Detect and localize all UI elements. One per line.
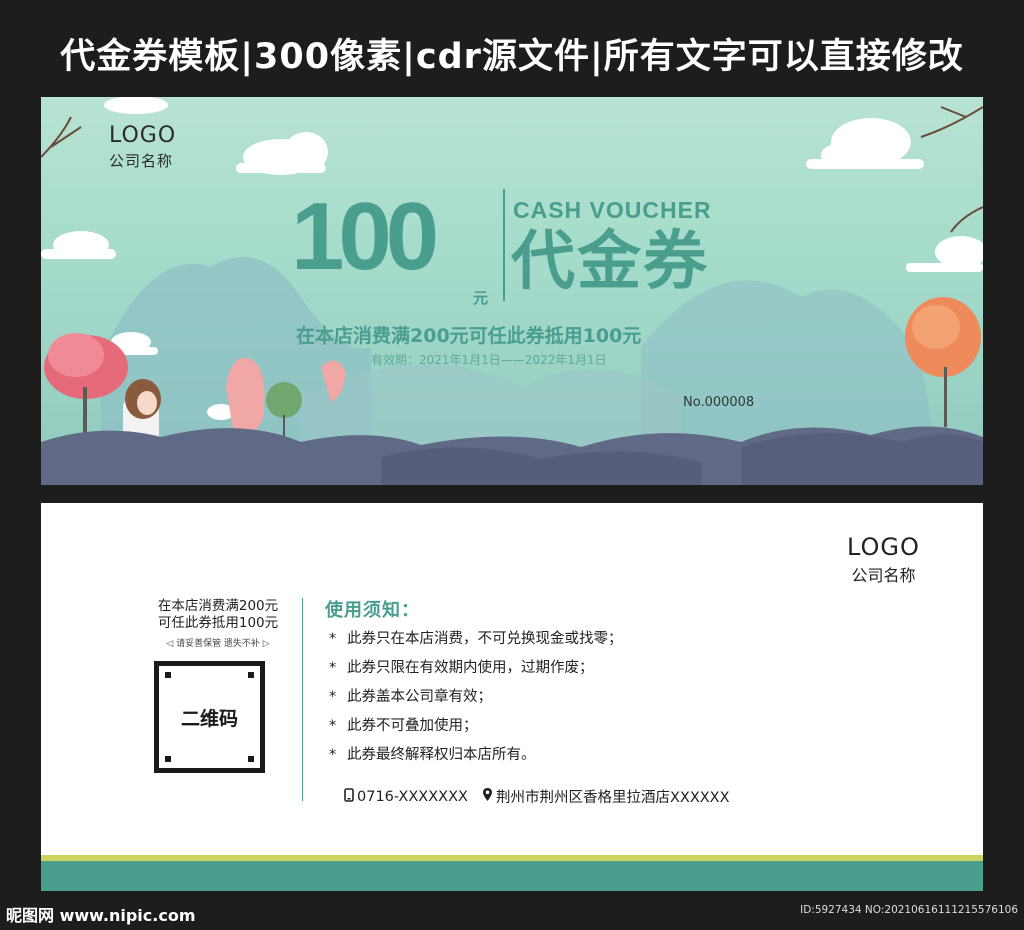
qr-corner-mark [165, 756, 171, 762]
asterisk-icon: * [329, 631, 337, 647]
asterisk-icon: * [329, 747, 337, 763]
list-item: * 此券盖本公司章有效； [329, 687, 623, 716]
notice-list: * 此券只在本店消费，不可兑换现金或找零； * 此券只限在有效期内使用，过期作废； … [329, 629, 623, 774]
contact-info: 0716-XXXXXXX 荆州市荆州区香格里拉酒店XXXXXX [344, 786, 730, 807]
title-divider [503, 189, 505, 301]
notice-text: 此券盖本公司章有效； [347, 689, 492, 705]
notice-title: 使用须知： [325, 600, 420, 621]
qr-corner-mark [248, 756, 254, 762]
voucher-front: LOGO 公司名称 100 元 CASH VOUCHER 代金券 在本店消费满2… [41, 97, 983, 485]
qr-corner-mark [248, 672, 254, 678]
qr-label: 二维码 [180, 707, 238, 730]
logo-text: LOGO [109, 123, 177, 148]
list-item: * 此券不可叠加使用； [329, 716, 623, 745]
page-title: 代金券模板|300像素|cdr源文件|所有文字可以直接修改 [60, 37, 964, 77]
notice-text: 此券最终解释权归本店所有。 [347, 747, 536, 763]
list-item: * 此券只限在有效期内使用，过期作废； [329, 658, 623, 687]
notice-text: 此券只限在有效期内使用，过期作废； [347, 660, 594, 676]
decorative-band-teal [41, 861, 983, 891]
qr-corner-mark [165, 672, 171, 678]
amount-unit: 元 [473, 289, 489, 307]
address: 荆州市荆州区香格里拉酒店XXXXXX [495, 790, 730, 806]
asterisk-icon: * [329, 718, 337, 734]
voucher-title: 代金券 [511, 225, 709, 299]
logo-text: LOGO [847, 533, 920, 561]
voucher-amount: 100 [291, 183, 439, 290]
notice-text: 此券不可叠加使用； [347, 718, 478, 734]
cash-voucher-label: CASH VOUCHER [513, 197, 712, 223]
stub-line: 在本店消费满200元 [157, 598, 279, 614]
company-name: 公司名称 [109, 152, 174, 170]
asterisk-icon: * [329, 660, 337, 676]
company-name: 公司名称 [851, 566, 916, 585]
watermark-id: ID:5927434 NO:20210616111215576106 [800, 904, 1018, 916]
front-logo: LOGO 公司名称 [109, 123, 176, 171]
stub-divider [302, 598, 303, 801]
qr-code-placeholder: 二维码 [154, 661, 265, 773]
back-logo: LOGO 公司名称 [847, 533, 920, 586]
stub-note: ◁ 请妥善保管 遗失不补 ▷ [166, 639, 270, 649]
validity-period: 有效期：2021年1月1日——2022年1月1日 [371, 353, 607, 367]
voucher-back: LOGO 公司名称 在本店消费满200元 可任此券抵用100元 ◁ 请妥善保管 … [41, 503, 983, 891]
phone-icon [344, 787, 354, 806]
serial-number: No.000008 [683, 395, 755, 410]
stub-condition: 在本店消费满200元 可任此券抵用100元 [133, 598, 303, 632]
list-item: * 此券只在本店消费，不可兑换现金或找零； [329, 629, 623, 658]
location-pin-icon [482, 787, 493, 806]
usage-condition: 在本店消费满200元可任此券抵用100元 [296, 325, 642, 347]
stub-line: 可任此券抵用100元 [157, 615, 279, 631]
list-item: * 此券最终解释权归本店所有。 [329, 745, 623, 774]
notice-text: 此券只在本店消费，不可兑换现金或找零； [347, 631, 623, 647]
phone-number: 0716-XXXXXXX [357, 788, 468, 805]
asterisk-icon: * [329, 689, 337, 705]
watermark-brand: 昵图网 www.nipic.com [6, 906, 196, 925]
